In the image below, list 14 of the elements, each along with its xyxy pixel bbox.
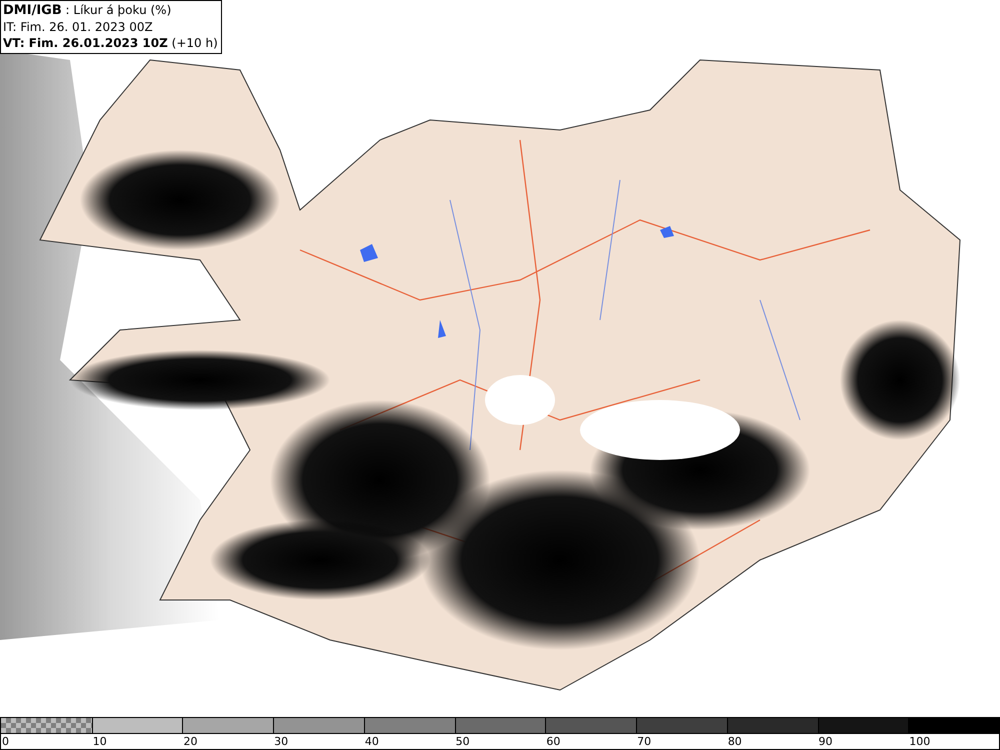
title-line: VT: Fim. 26.01.2023 10Z (+10 h)	[3, 35, 218, 51]
legend-label: 90	[818, 735, 833, 748]
legend-label: 50	[456, 735, 470, 748]
legend-label: 40	[364, 735, 379, 748]
legend-label: 30	[274, 735, 288, 748]
legend-label: 100	[909, 735, 930, 748]
legend-label: 70	[637, 735, 652, 748]
legend-label: 0	[2, 735, 9, 748]
legend-label: 20	[183, 735, 198, 748]
legend-label: 10	[92, 735, 107, 748]
legend-label: 80	[728, 735, 742, 748]
legend-label: 60	[546, 735, 560, 748]
title-line: IT: Fim. 26. 01. 2023 00Z	[3, 19, 154, 35]
title-line: DMI/IGB : Líkur á þoku (%)	[3, 2, 172, 19]
